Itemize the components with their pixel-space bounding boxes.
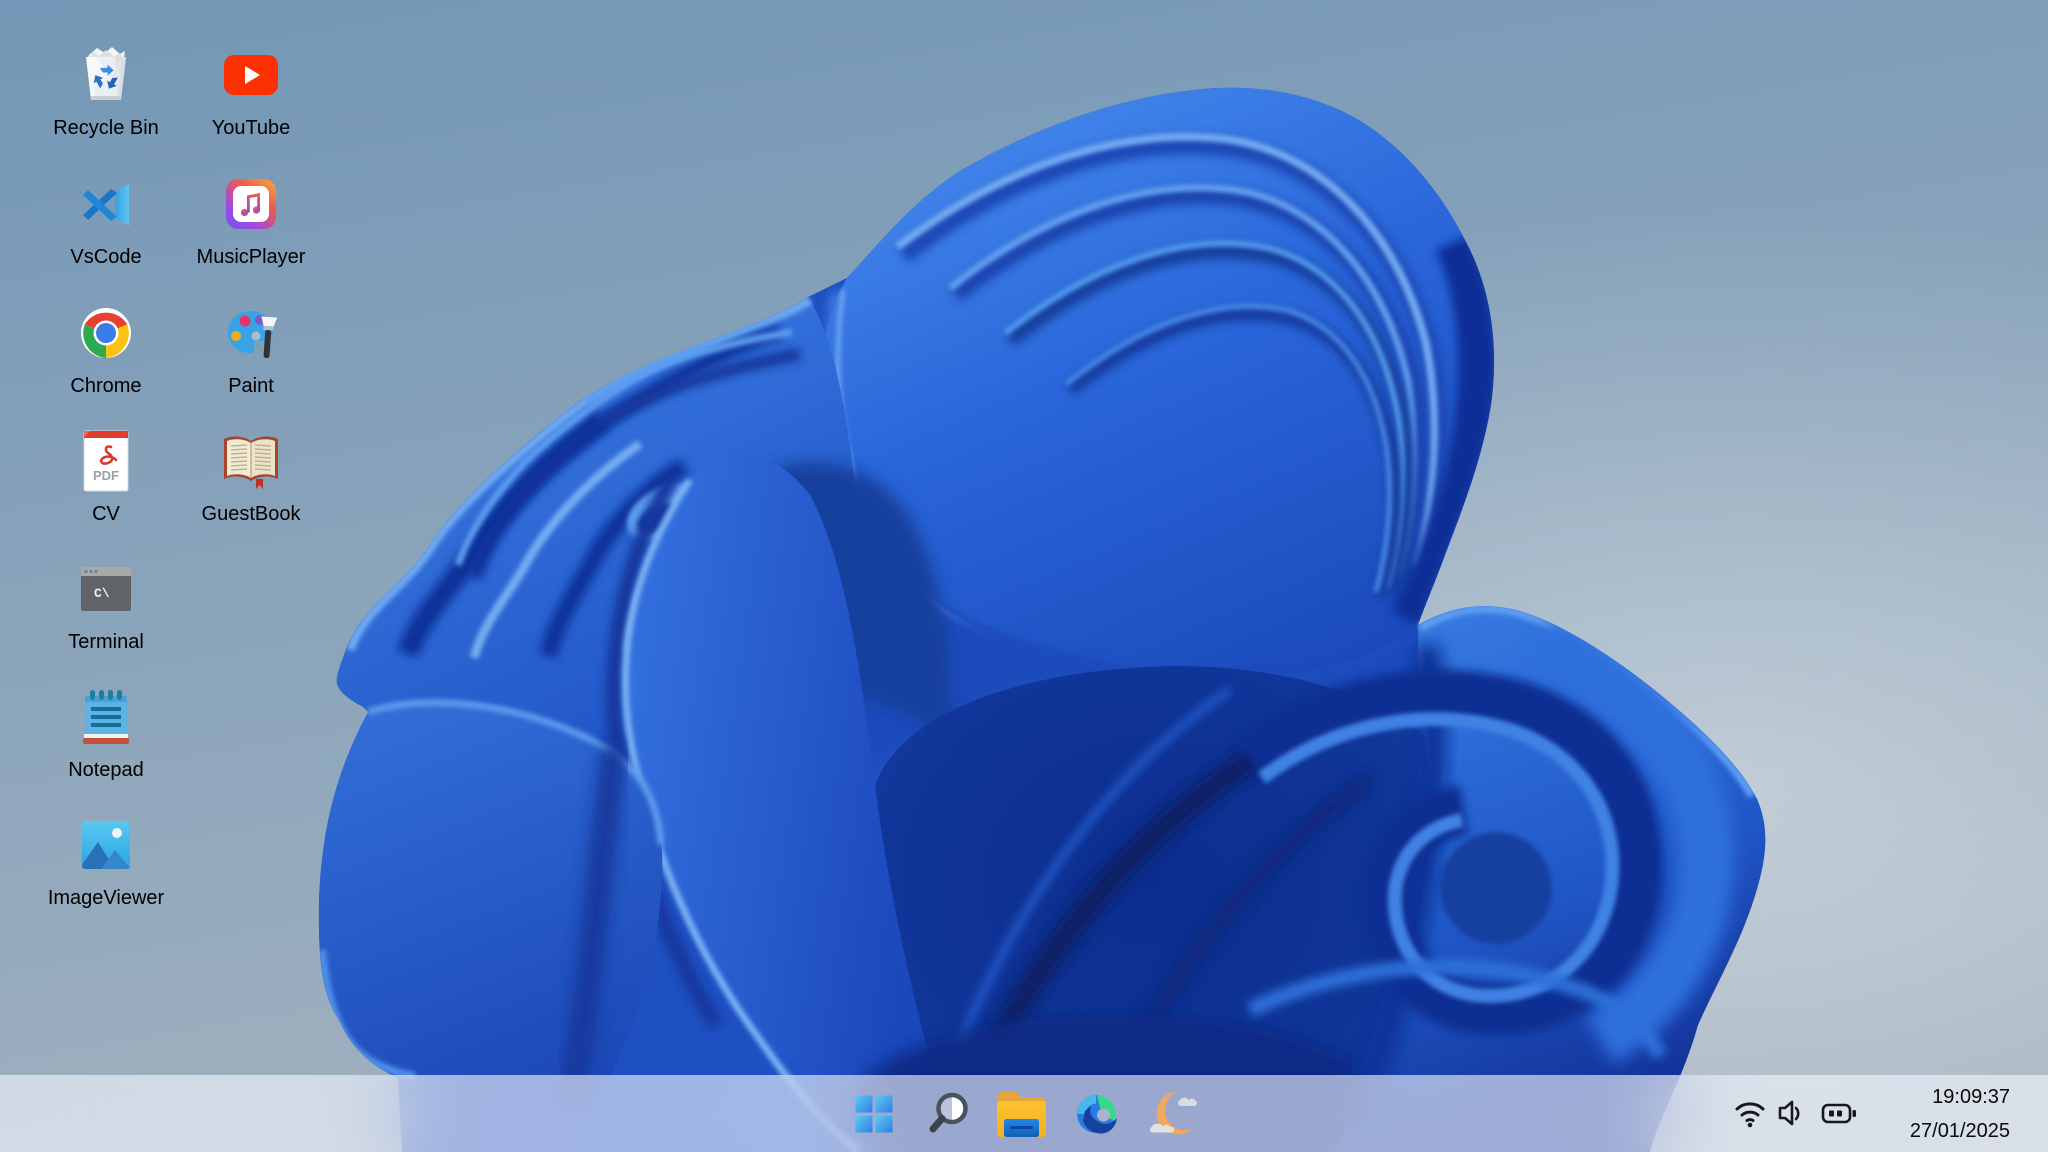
svg-text:PDF: PDF: [93, 468, 119, 483]
svg-text:C\: C\: [94, 586, 110, 601]
